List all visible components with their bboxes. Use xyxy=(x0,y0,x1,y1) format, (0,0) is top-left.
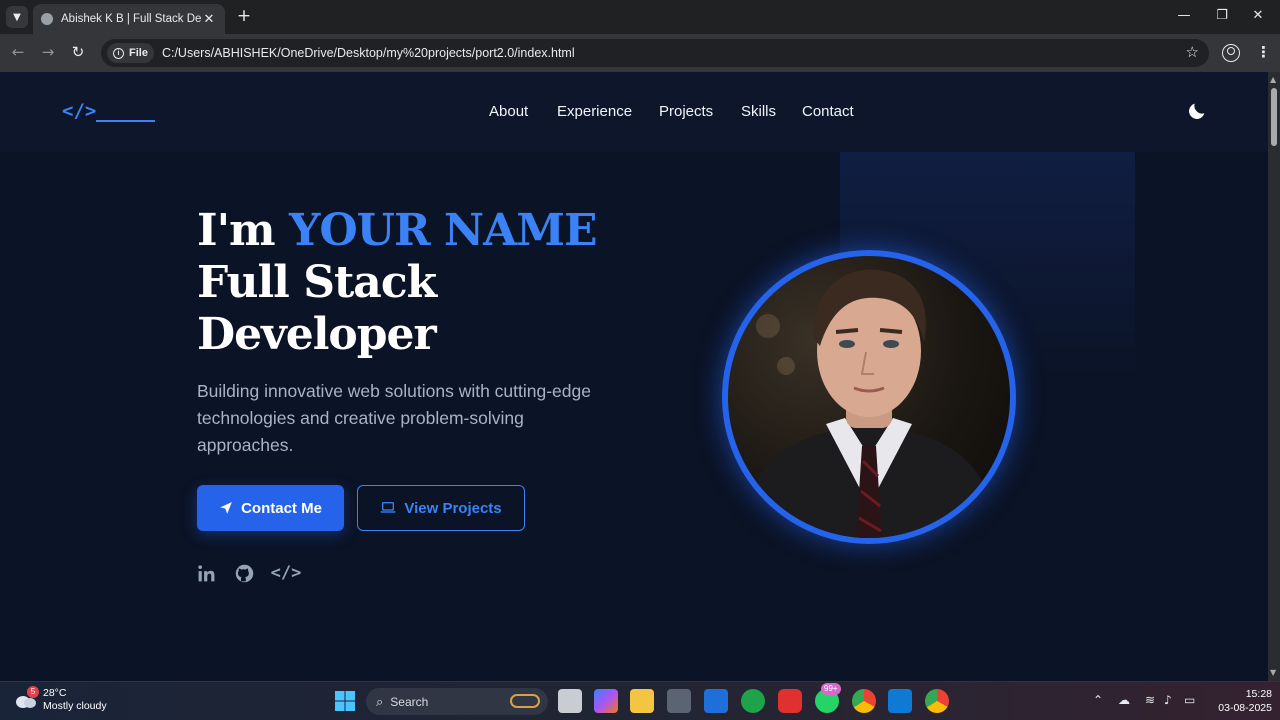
weather-desc: Mostly cloudy xyxy=(43,700,107,712)
github-icon[interactable] xyxy=(233,562,255,584)
chrome-icon[interactable] xyxy=(852,689,876,713)
info-icon: i xyxy=(113,47,124,59)
app-blue-icon[interactable] xyxy=(704,689,728,713)
globe-icon xyxy=(41,13,53,25)
moon-icon[interactable] xyxy=(1186,100,1208,122)
hero-role-line1: Full Stack xyxy=(197,257,437,308)
scroll-down-icon[interactable]: ▼ xyxy=(1270,668,1276,677)
tab-search-button[interactable]: ▼ xyxy=(6,6,28,28)
contact-me-button[interactable]: Contact Me xyxy=(197,485,344,531)
hero-name: YOUR NAME xyxy=(288,205,598,256)
windows-taskbar: 5 28°C Mostly cloudy ⌕ Search 99+ ⌃ ☁ ≋ … xyxy=(0,681,1280,720)
forward-button[interactable]: → xyxy=(38,43,58,61)
taskbar-search[interactable]: ⌕ Search xyxy=(366,688,548,715)
reload-button[interactable]: ↻ xyxy=(68,43,88,61)
taskbar-search-label: Search xyxy=(390,694,429,709)
site-navbar: </> About Experience Projects Skills Con… xyxy=(0,72,1268,152)
bookmark-star-icon[interactable]: ☆ xyxy=(1186,43,1199,61)
profile-portrait xyxy=(738,269,1000,538)
logo-underline xyxy=(96,120,155,122)
minimize-button[interactable]: — xyxy=(1174,8,1194,23)
profile-icon[interactable] xyxy=(1222,44,1240,62)
hero-subtitle: Building innovative web solutions with c… xyxy=(197,381,591,455)
hero-role-line2: Developer xyxy=(197,309,437,360)
copilot-icon[interactable] xyxy=(594,689,618,713)
menu-icon[interactable]: ⋮ xyxy=(1256,43,1271,61)
window-close-button[interactable]: ✕ xyxy=(1248,8,1268,23)
whatsapp-icon[interactable]: 99+ xyxy=(815,683,841,713)
browser-toolbar: ← → ↻ i File C:/Users/ABHISHEK/OneDrive/… xyxy=(0,34,1280,72)
tray-overflow-icon[interactable]: ⌃ xyxy=(1093,693,1103,707)
search-highlight-icon xyxy=(510,694,540,708)
taskbar-clock[interactable]: 15:28 03-08-2025 xyxy=(1206,687,1272,715)
weather-widget[interactable]: 5 28°C Mostly cloudy xyxy=(14,686,107,713)
page-scrollbar[interactable]: ▲ ▼ xyxy=(1268,72,1280,681)
back-button[interactable]: ← xyxy=(8,43,28,61)
hero-greeting: I'm xyxy=(197,205,289,256)
url-text: C:/Users/ABHISHEK/OneDrive/Desktop/my%20… xyxy=(161,46,575,60)
site-logo[interactable]: </> xyxy=(62,100,96,122)
weather-temp: 28°C xyxy=(43,687,67,699)
battery-icon[interactable]: ▭ xyxy=(1184,693,1195,707)
tab-title: Abishek K B | Full Stack Developer xyxy=(61,13,201,25)
scroll-up-icon[interactable]: ▲ xyxy=(1270,75,1276,84)
address-bar[interactable]: i File C:/Users/ABHISHEK/OneDrive/Deskto… xyxy=(101,39,1209,67)
profile-photo xyxy=(722,250,1016,544)
file-chip-label: File xyxy=(129,47,148,59)
whatsapp-badge: 99+ xyxy=(821,683,841,695)
vscode-icon[interactable] xyxy=(888,689,912,713)
linkedin-icon[interactable] xyxy=(195,562,217,584)
view-projects-button[interactable]: View Projects xyxy=(357,485,525,531)
windows-start-icon[interactable] xyxy=(333,689,357,713)
scroll-thumb[interactable] xyxy=(1271,88,1277,146)
volume-icon[interactable]: ♪ xyxy=(1164,693,1172,707)
browser-tab[interactable]: Abishek K B | Full Stack Developer ✕ xyxy=(33,4,225,34)
task-view-icon[interactable] xyxy=(558,689,582,713)
onedrive-icon[interactable]: ☁ xyxy=(1118,693,1130,707)
view-projects-label: View Projects xyxy=(404,499,502,517)
search-icon: ⌕ xyxy=(376,693,384,709)
cloud-icon: 5 xyxy=(14,686,39,709)
paper-plane-icon xyxy=(219,501,233,515)
web-page: </> About Experience Projects Skills Con… xyxy=(0,72,1268,681)
hero-heading-line1: I'm YOUR NAME xyxy=(197,205,598,256)
site-info-chip[interactable]: i File xyxy=(107,43,154,63)
restore-button[interactable]: ❐ xyxy=(1212,8,1232,23)
nav-link-about[interactable]: About xyxy=(489,103,528,120)
app-cube-icon[interactable] xyxy=(667,689,691,713)
contact-me-label: Contact Me xyxy=(241,499,322,517)
file-explorer-icon[interactable] xyxy=(630,689,654,713)
xbox-icon[interactable] xyxy=(741,689,765,713)
code-icon[interactable]: </> xyxy=(271,562,302,584)
clock-date: 03-08-2025 xyxy=(1218,702,1272,714)
weather-badge: 5 xyxy=(27,686,39,698)
tab-close-icon[interactable]: ✕ xyxy=(201,12,217,27)
chrome-active-icon[interactable] xyxy=(925,689,949,713)
clock-time: 15:28 xyxy=(1245,688,1272,700)
wifi-icon[interactable]: ≋ xyxy=(1145,693,1155,707)
youtube-icon[interactable] xyxy=(778,689,802,713)
nav-link-skills[interactable]: Skills xyxy=(741,103,776,120)
nav-link-contact[interactable]: Contact xyxy=(802,103,854,120)
nav-link-experience[interactable]: Experience xyxy=(557,103,632,120)
browser-tab-bar: ▼ Abishek K B | Full Stack Developer ✕ +… xyxy=(0,0,1280,34)
laptop-icon xyxy=(380,501,396,515)
new-tab-button[interactable]: + xyxy=(235,6,253,26)
nav-link-projects[interactable]: Projects xyxy=(659,103,713,120)
